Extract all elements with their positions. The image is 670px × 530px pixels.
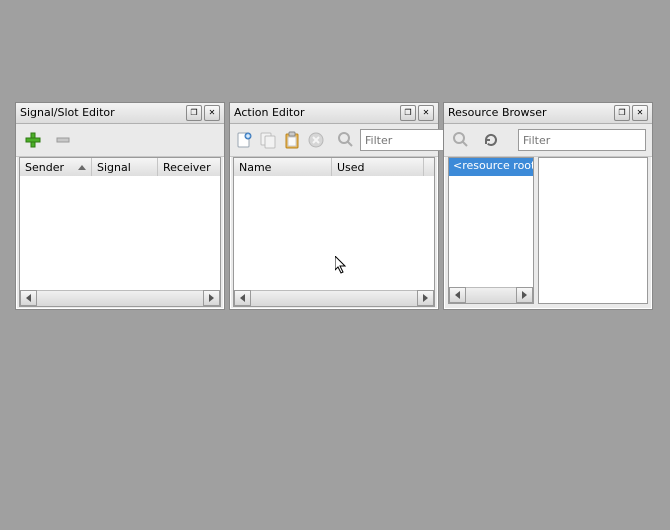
- scroll-track[interactable]: [251, 291, 417, 306]
- table-header: Name Used: [234, 158, 434, 177]
- restore-button[interactable]: ❐: [400, 105, 416, 121]
- resource-browser-panel: Resource Browser ❐ ✕ <resource root>: [443, 102, 653, 310]
- restore-button[interactable]: ❐: [186, 105, 202, 121]
- chevron-right-icon: [209, 294, 214, 302]
- resource-toolbar: [444, 124, 652, 157]
- scroll-track[interactable]: [37, 291, 203, 306]
- delete-icon: [307, 131, 325, 149]
- edit-resources-button[interactable]: [448, 127, 474, 153]
- table-header: Sender Signal Receiver: [20, 158, 220, 177]
- action-filter-input[interactable]: [360, 129, 444, 151]
- scroll-left-button[interactable]: [449, 287, 466, 303]
- restore-icon: ❐: [404, 103, 411, 123]
- action-editor-title: Action Editor: [234, 103, 398, 123]
- signal-slot-editor-panel: Signal/Slot Editor ❐ ✕ Sender Signal Rec…: [15, 102, 225, 310]
- scroll-left-button[interactable]: [20, 290, 37, 306]
- signal-slot-toolbar: [16, 124, 224, 157]
- action-editor-panel: Action Editor ❐ ✕ Name Used: [229, 102, 439, 310]
- new-action-button[interactable]: [234, 127, 254, 153]
- restore-icon: ❐: [618, 103, 625, 123]
- chevron-left-icon: [240, 294, 245, 302]
- magnifier-icon: [337, 131, 355, 149]
- minus-icon: [55, 132, 71, 148]
- close-icon: ✕: [423, 103, 430, 123]
- column-name[interactable]: Name: [234, 158, 332, 176]
- paste-action-button[interactable]: [282, 127, 302, 153]
- close-icon: ✕: [209, 103, 216, 123]
- new-file-icon: [235, 131, 253, 149]
- copy-action-button[interactable]: [258, 127, 278, 153]
- resource-browser-titlebar[interactable]: Resource Browser ❐ ✕: [444, 103, 652, 124]
- resource-browser-title: Resource Browser: [448, 103, 612, 123]
- action-editor-toolbar: [230, 124, 438, 157]
- signal-slot-table: Sender Signal Receiver: [19, 157, 221, 307]
- restore-button[interactable]: ❐: [614, 105, 630, 121]
- remove-button[interactable]: [50, 127, 76, 153]
- scroll-right-button[interactable]: [516, 287, 533, 303]
- copy-icon: [259, 131, 277, 149]
- column-signal[interactable]: Signal: [92, 158, 158, 176]
- resource-preview[interactable]: [538, 157, 648, 304]
- resource-filter-input[interactable]: [518, 129, 646, 151]
- resource-tree[interactable]: <resource root>: [448, 157, 534, 304]
- resource-root-item[interactable]: <resource root>: [449, 158, 533, 176]
- chevron-left-icon: [26, 294, 31, 302]
- close-button[interactable]: ✕: [204, 105, 220, 121]
- close-button[interactable]: ✕: [418, 105, 434, 121]
- chevron-right-icon: [522, 291, 527, 299]
- close-icon: ✕: [637, 103, 644, 123]
- delete-action-button[interactable]: [306, 127, 326, 153]
- h-scrollbar[interactable]: [234, 290, 434, 306]
- close-button[interactable]: ✕: [632, 105, 648, 121]
- signal-slot-title: Signal/Slot Editor: [20, 103, 184, 123]
- h-scrollbar[interactable]: [20, 290, 220, 306]
- column-spacer: [424, 158, 434, 176]
- h-scrollbar[interactable]: [449, 287, 533, 303]
- pencil-icon: [452, 131, 470, 149]
- reload-icon: [482, 131, 500, 149]
- column-sender[interactable]: Sender: [20, 158, 92, 176]
- action-editor-titlebar[interactable]: Action Editor ❐ ✕: [230, 103, 438, 124]
- action-table: Name Used: [233, 157, 435, 307]
- chevron-left-icon: [455, 291, 460, 299]
- column-receiver[interactable]: Receiver: [158, 158, 220, 176]
- chevron-right-icon: [423, 294, 428, 302]
- scroll-right-button[interactable]: [417, 290, 434, 306]
- plus-icon: [25, 132, 41, 148]
- add-button[interactable]: [20, 127, 46, 153]
- table-body[interactable]: [234, 176, 434, 291]
- scroll-left-button[interactable]: [234, 290, 251, 306]
- sort-asc-icon: [78, 165, 86, 170]
- scroll-right-button[interactable]: [203, 290, 220, 306]
- reload-button[interactable]: [478, 127, 504, 153]
- paste-icon: [283, 131, 301, 149]
- scroll-track[interactable]: [466, 288, 516, 303]
- signal-slot-titlebar[interactable]: Signal/Slot Editor ❐ ✕: [16, 103, 224, 124]
- column-used[interactable]: Used: [332, 158, 424, 176]
- table-body[interactable]: [20, 176, 220, 291]
- restore-icon: ❐: [190, 103, 197, 123]
- filter-zoom-button[interactable]: [336, 127, 356, 153]
